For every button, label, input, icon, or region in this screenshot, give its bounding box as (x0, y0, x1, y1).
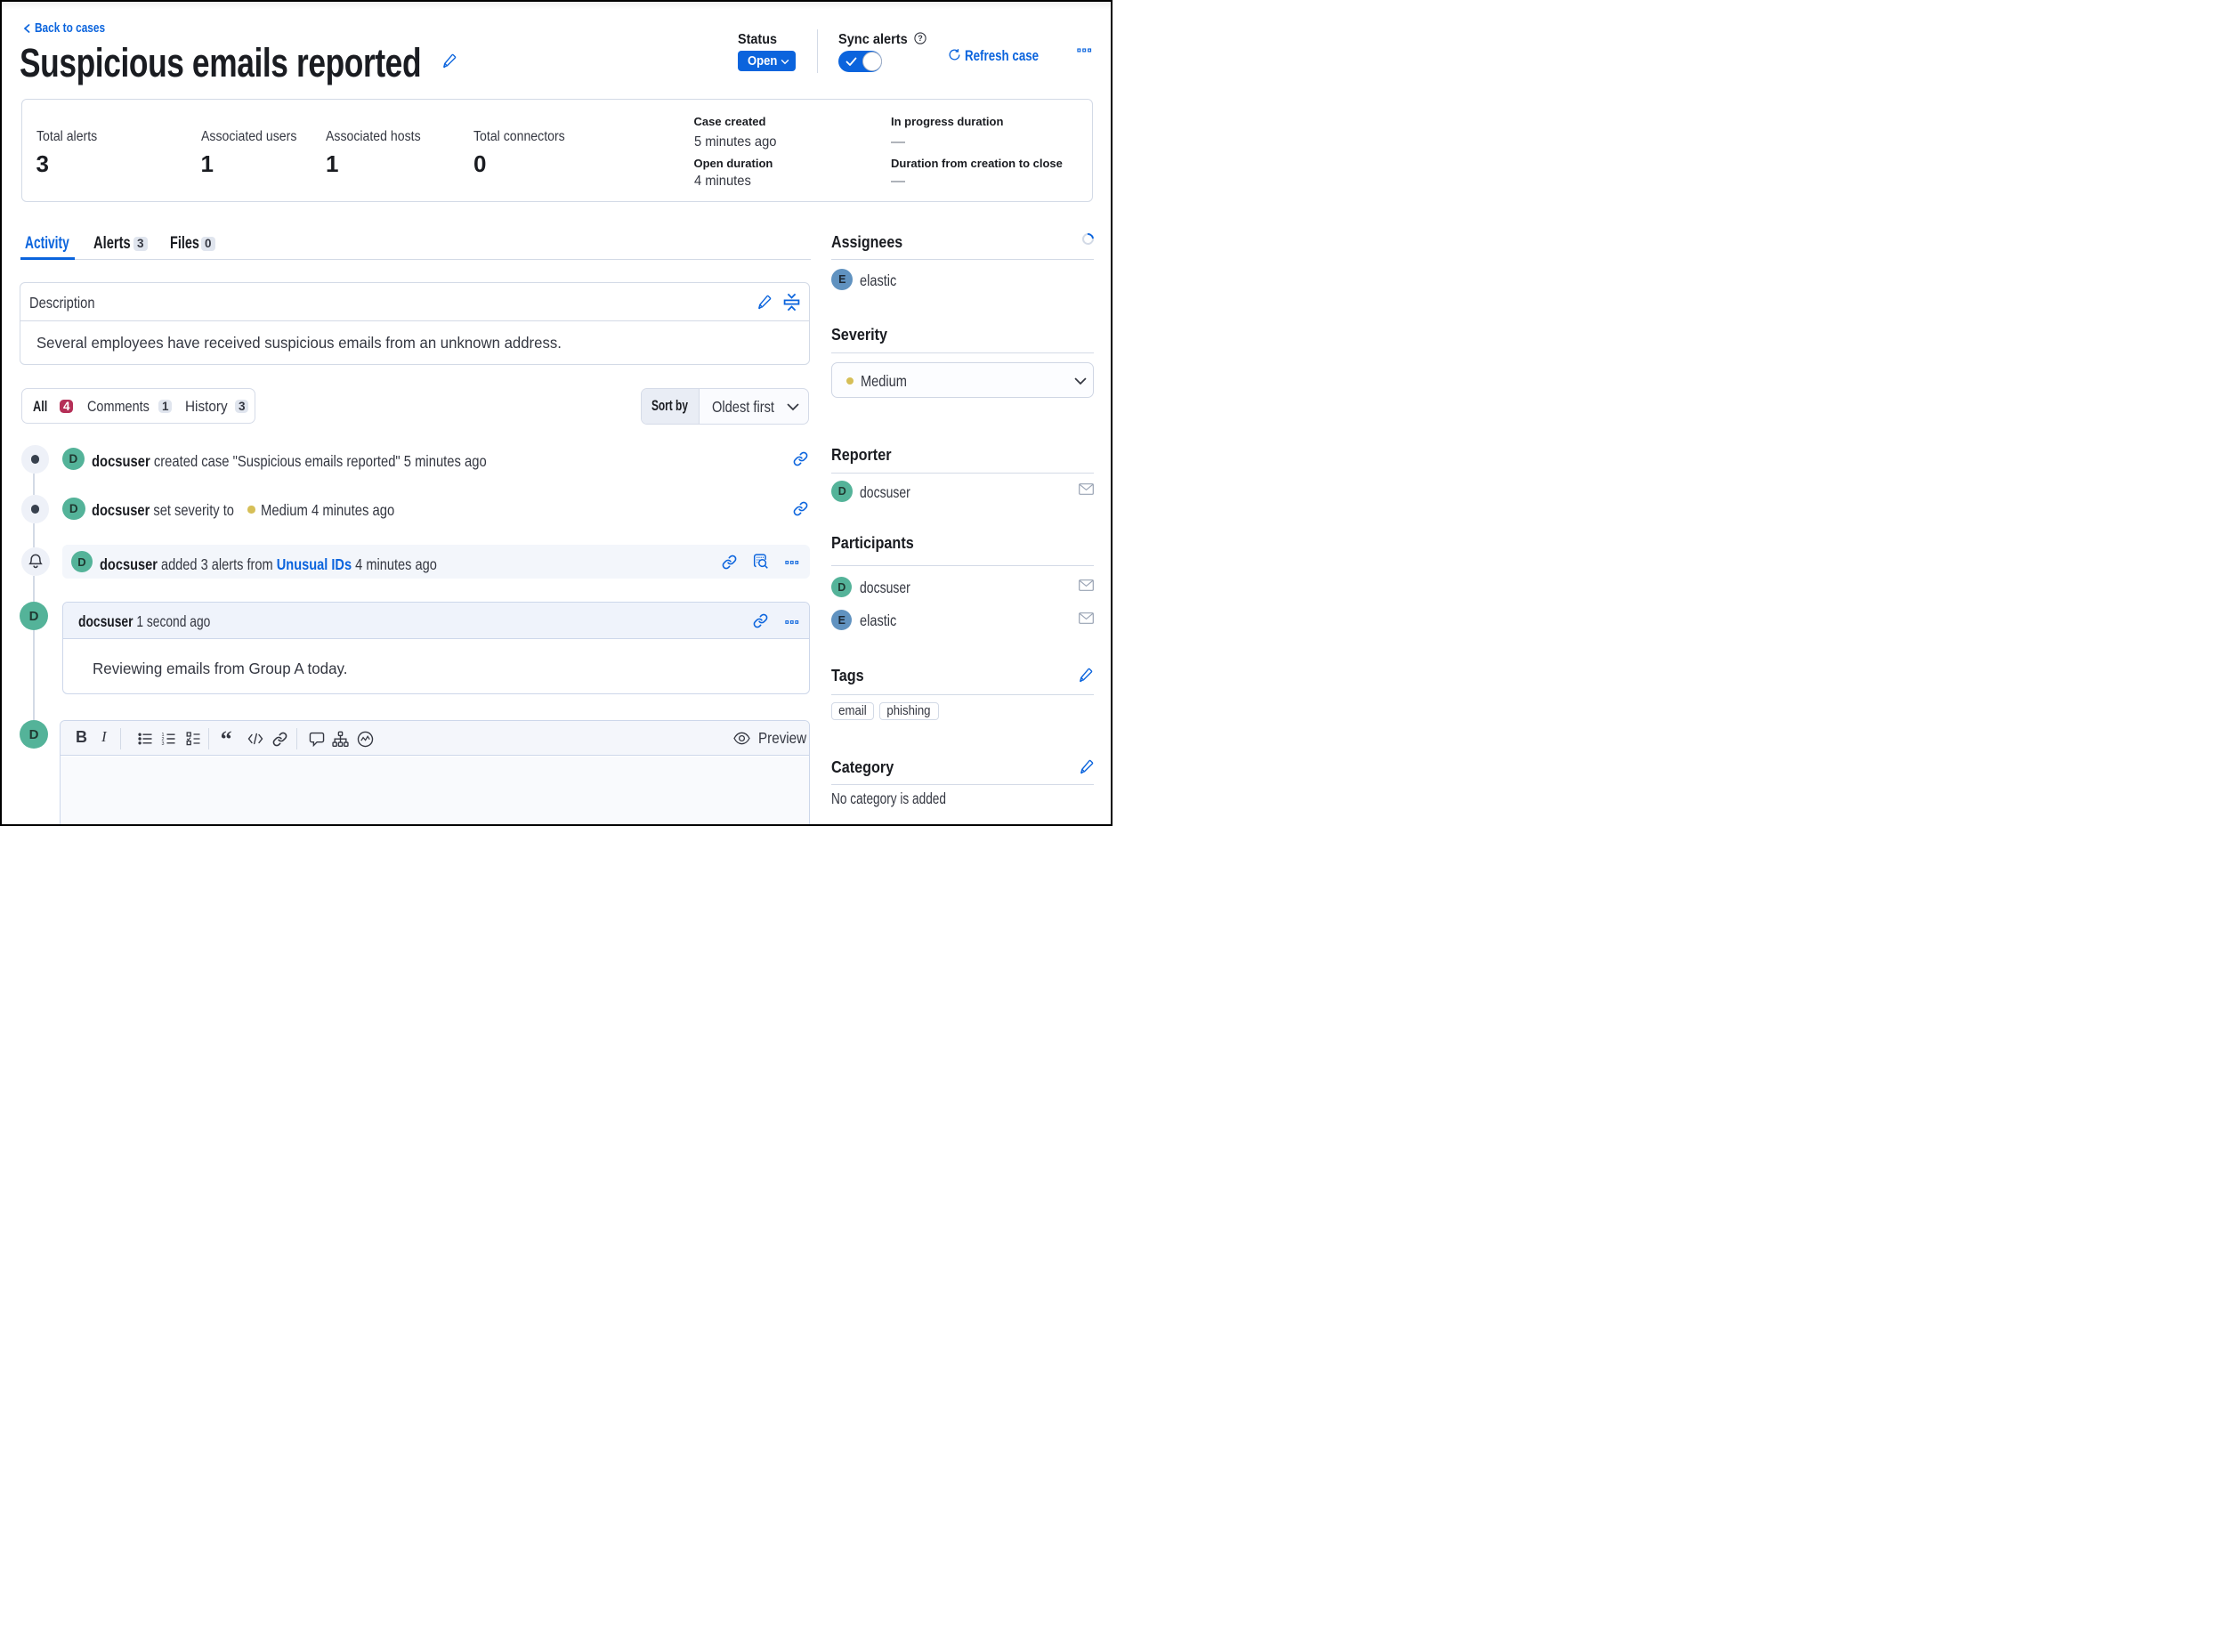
svg-text:?: ? (918, 34, 923, 43)
svg-text:3: 3 (162, 741, 165, 746)
